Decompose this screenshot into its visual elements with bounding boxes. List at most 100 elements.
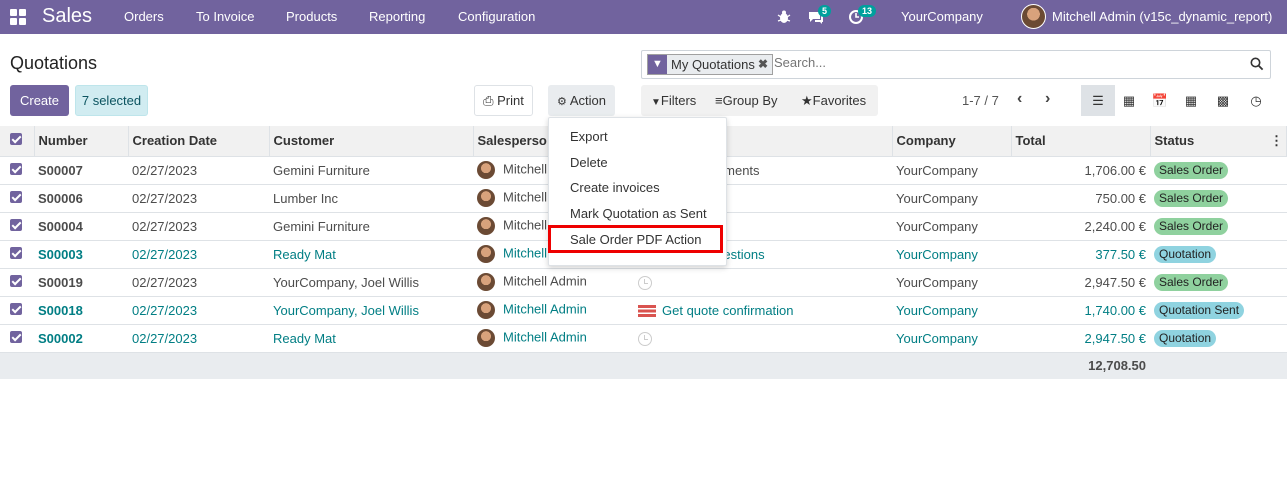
menu-configuration[interactable]: Configuration [458, 9, 535, 24]
facet-remove-icon[interactable]: ✖ [758, 57, 768, 71]
selected-count-badge[interactable]: 7 selected [75, 85, 148, 116]
salesperson-avatar [477, 329, 495, 347]
cell-salesperson: Mitchell Admin [473, 268, 630, 297]
activity-clock-icon[interactable] [638, 275, 652, 290]
user-menu[interactable]: Mitchell Admin (v15c_dynamic_report) [1052, 9, 1272, 24]
filters-button[interactable]: ▼Filters [651, 93, 696, 108]
pager-value[interactable]: 1-7 / 7 [962, 93, 999, 108]
salesperson-avatar [477, 161, 495, 179]
status-badge: Sales Order [1154, 161, 1229, 179]
cell-status: Quotation [1150, 240, 1287, 269]
calendar-view-icon[interactable]: 📅 [1143, 85, 1177, 116]
cell-status: Sales Order [1150, 156, 1287, 185]
col-number[interactable]: Number [34, 126, 129, 157]
apps-grid-icon[interactable] [10, 9, 26, 25]
search-options: ▼Filters ≡Group By ★Favorites [641, 85, 878, 116]
company-switcher[interactable]: YourCompany [901, 9, 983, 24]
favorites-button[interactable]: ★Favorites [801, 93, 866, 109]
action-delete[interactable]: Delete [570, 155, 608, 170]
cell-date: 02/27/2023 [128, 212, 269, 241]
salesperson-name: Mitchell Admin [503, 329, 587, 345]
action-create-invoices[interactable]: Create invoices [570, 180, 660, 195]
table-row[interactable]: S00019 02/27/2023 YourCompany, Joel Willis… [0, 268, 1287, 297]
cell-date: 02/27/2023 [128, 296, 269, 325]
salesperson-avatar [477, 217, 495, 235]
salesperson-name: Mitchell Admin [503, 301, 587, 317]
salesperson-name: Mitchell Admin [503, 273, 587, 289]
action-button[interactable]: ⚙ Action [548, 85, 615, 116]
control-panel: Quotations Create 7 selected ⎙ Print ⚙ A… [0, 40, 1287, 126]
kanban-view-icon[interactable]: ▦ [1112, 85, 1146, 116]
action-export[interactable]: Export [570, 129, 608, 144]
cell-date: 02/27/2023 [128, 268, 269, 297]
row-checkbox[interactable] [0, 296, 34, 325]
col-total[interactable]: Total [1011, 126, 1151, 157]
cell-total: 2,240.00 € [1011, 212, 1150, 241]
groupby-button[interactable]: ≡Group By [715, 93, 778, 108]
status-badge: Sales Order [1154, 273, 1229, 291]
status-badge: Sales Order [1154, 189, 1229, 207]
menu-orders[interactable]: Orders [124, 9, 164, 24]
action-mark-sent[interactable]: Mark Quotation as Sent [570, 206, 707, 221]
col-status[interactable]: Status ⋮ [1150, 126, 1287, 157]
search-input[interactable] [774, 55, 1244, 70]
col-customer[interactable]: Customer [269, 126, 474, 157]
pager-next-icon[interactable]: › [1045, 90, 1050, 108]
menu-reporting[interactable]: Reporting [369, 9, 425, 24]
row-checkbox[interactable] [0, 184, 34, 213]
table-row[interactable]: S00002 02/27/2023 Ready Mat Mitchell Admin Y… [0, 324, 1287, 353]
activity-clock-icon[interactable] [638, 331, 652, 346]
cell-salesperson: Mitchell Admin [473, 296, 630, 325]
row-checkbox[interactable] [0, 240, 34, 269]
list-view-icon[interactable]: ☰ [1081, 85, 1115, 116]
cell-customer: Gemini Furniture [269, 156, 473, 185]
select-all-checkbox[interactable] [0, 126, 35, 157]
salesperson-avatar [477, 273, 495, 291]
cell-number: S00002 [34, 324, 128, 353]
cell-total: 1,706.00 € [1011, 156, 1150, 185]
pager-previous-icon[interactable]: ‹ [1017, 90, 1022, 108]
debug-bug-icon[interactable] [776, 9, 792, 25]
menu-to-invoice[interactable]: To Invoice [196, 9, 255, 24]
row-checkbox[interactable] [0, 324, 34, 353]
cell-activity [630, 324, 892, 353]
search-icon[interactable] [1250, 57, 1264, 71]
cell-total: 750.00 € [1011, 184, 1150, 213]
col-creation-date[interactable]: Creation Date [128, 126, 270, 157]
page-title: Quotations [10, 53, 98, 73]
row-checkbox[interactable] [0, 212, 34, 241]
facet-label: My Quotations [671, 57, 755, 72]
cell-customer: Ready Mat [269, 240, 473, 269]
action-label: Action [569, 93, 606, 108]
cell-total: 1,740.00 € [1011, 296, 1150, 325]
cell-customer: Ready Mat [269, 324, 473, 353]
activity-clock-icon[interactable]: 13 [848, 5, 877, 25]
cell-activity [630, 268, 892, 297]
row-checkbox[interactable] [0, 268, 34, 297]
col-company[interactable]: Company [892, 126, 1012, 157]
salesperson-name: Mitchell [503, 217, 548, 233]
cell-date: 02/27/2023 [128, 324, 269, 353]
cell-salesperson: Mitchell Admin [473, 324, 630, 353]
activity-view-icon[interactable]: ◷ [1239, 85, 1273, 116]
status-badge: Quotation [1154, 245, 1217, 263]
user-avatar[interactable] [1021, 4, 1046, 29]
create-button[interactable]: Create [10, 85, 69, 116]
cell-company: YourCompany [892, 184, 1011, 213]
app-brand[interactable]: Sales [42, 5, 92, 28]
graph-view-icon[interactable]: ▩ [1206, 85, 1240, 116]
cell-number: S00003 [34, 240, 128, 269]
menu-products[interactable]: Products [286, 9, 337, 24]
cell-customer: YourCompany, Joel Willis [269, 268, 473, 297]
optional-columns-icon[interactable]: ⋮ [1270, 133, 1283, 149]
table-row[interactable]: S00018 02/27/2023 YourCompany, Joel Willis… [0, 296, 1287, 325]
row-checkbox[interactable] [0, 156, 34, 185]
favorites-label: Favorites [812, 93, 867, 108]
activity-todo-icon[interactable] [638, 305, 656, 318]
status-label: Status [1154, 132, 1195, 148]
print-button[interactable]: ⎙ Print [474, 85, 533, 116]
chat-icon[interactable]: 5 [808, 5, 832, 25]
highlight-box [548, 225, 723, 253]
cell-company: YourCompany [892, 296, 1011, 325]
pivot-view-icon[interactable]: ▦ [1174, 85, 1208, 116]
